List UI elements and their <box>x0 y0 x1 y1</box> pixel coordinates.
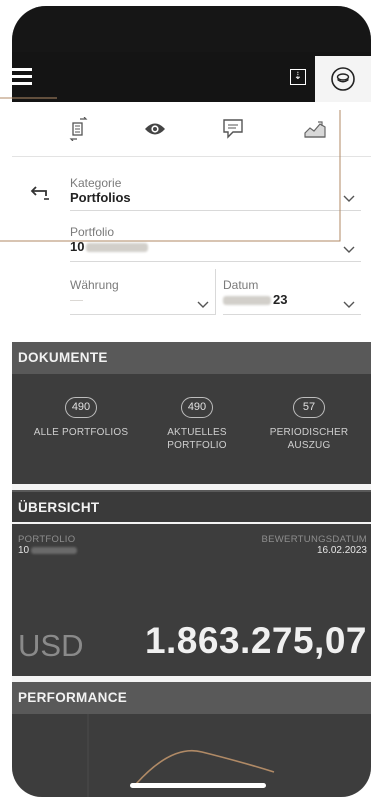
eye-icon[interactable] <box>142 116 168 142</box>
bewertung-caption: BEWERTUNGSDATUM <box>261 534 367 545</box>
datum-select[interactable]: Datum 23 <box>223 269 361 315</box>
waehrung-select[interactable]: Währung — <box>70 269 216 315</box>
portfolio-info: PORTFOLIO 10 <box>18 534 78 556</box>
doc-aktuelles-portfolio[interactable]: 490 AKTUELLES PORTFOLIO <box>142 397 252 452</box>
menu-button[interactable] <box>12 65 56 89</box>
hamburger-bar <box>12 75 32 78</box>
count-badge: 490 <box>65 397 97 418</box>
redacted-portfolio <box>31 546 78 554</box>
chat-icon[interactable] <box>220 116 246 142</box>
account-button[interactable] <box>315 56 371 102</box>
chevron-down-icon <box>343 195 355 202</box>
app-bar: ⇣ <box>12 52 371 102</box>
chart-icon[interactable] <box>302 116 328 142</box>
doc-label: ALLE PORTFOLIOS <box>33 427 129 438</box>
bewertung-date: 16.02.2023 <box>316 545 367 556</box>
kategorie-label: Kategorie <box>70 176 122 190</box>
doc-label: PERIODISCHER AUSZUG <box>269 427 349 451</box>
transfer-icon[interactable] <box>66 116 92 142</box>
back-button[interactable] <box>30 181 54 205</box>
chevron-down-icon <box>343 301 355 308</box>
portfolio-label: Portfolio <box>70 225 115 239</box>
portfolio-number: 10 <box>18 545 30 556</box>
total-amount: 1.863.275,07 <box>144 620 367 661</box>
performance-header: PERFORMANCE <box>12 682 371 714</box>
uebersicht-header: ÜBERSICHT <box>12 490 371 522</box>
dokumente-header: DOKUMENTE <box>12 342 371 374</box>
chevron-down-icon <box>197 301 209 308</box>
hamburger-menu-icon <box>12 68 32 71</box>
phone-frame: ⇣ Kategorie Portfolios Portfolio 10 Währ… <box>12 6 371 797</box>
download-icon[interactable]: ⇣ <box>290 69 306 85</box>
portfolio-value: 10 <box>70 239 85 254</box>
app-screen: ⇣ Kategorie Portfolios Portfolio 10 Währ… <box>12 6 371 797</box>
currency-code: USD <box>18 628 84 663</box>
kategorie-value: Portfolios <box>70 190 131 205</box>
doc-label: AKTUELLES PORTFOLIO <box>167 427 227 451</box>
doc-alle-portfolios[interactable]: 490 ALLE PORTFOLIOS <box>26 397 136 439</box>
redacted-value <box>86 243 149 253</box>
portfolio-caption: PORTFOLIO <box>18 534 76 545</box>
dokumente-panel: 490 ALLE PORTFOLIOS 490 AKTUELLES PORTFOL… <box>12 374 371 484</box>
waehrung-value: — <box>70 292 83 307</box>
redacted-date <box>223 296 271 306</box>
icon-tab-bar <box>12 102 371 157</box>
account-circle-icon <box>331 67 355 91</box>
datum-value: 23 <box>273 292 288 307</box>
uebersicht-panel: PORTFOLIO 10 BEWERTUNGSDATUM 16.02.2023 … <box>12 524 371 676</box>
portfolio-select[interactable]: Portfolio 10 <box>70 216 361 262</box>
count-badge: 57 <box>293 397 325 418</box>
home-indicator <box>130 783 266 788</box>
datum-label: Datum <box>223 278 259 292</box>
kategorie-select[interactable]: Kategorie Portfolios <box>70 167 361 211</box>
chevron-down-icon <box>343 246 355 253</box>
doc-periodischer-auszug[interactable]: 57 PERIODISCHER AUSZUG <box>254 397 364 452</box>
waehrung-label: Währung <box>70 278 119 292</box>
status-bar <box>12 6 371 52</box>
back-arrow-icon <box>30 186 49 200</box>
bewertung-info: BEWERTUNGSDATUM 16.02.2023 <box>262 534 367 556</box>
hamburger-bar <box>12 82 32 85</box>
count-badge: 490 <box>181 397 213 418</box>
